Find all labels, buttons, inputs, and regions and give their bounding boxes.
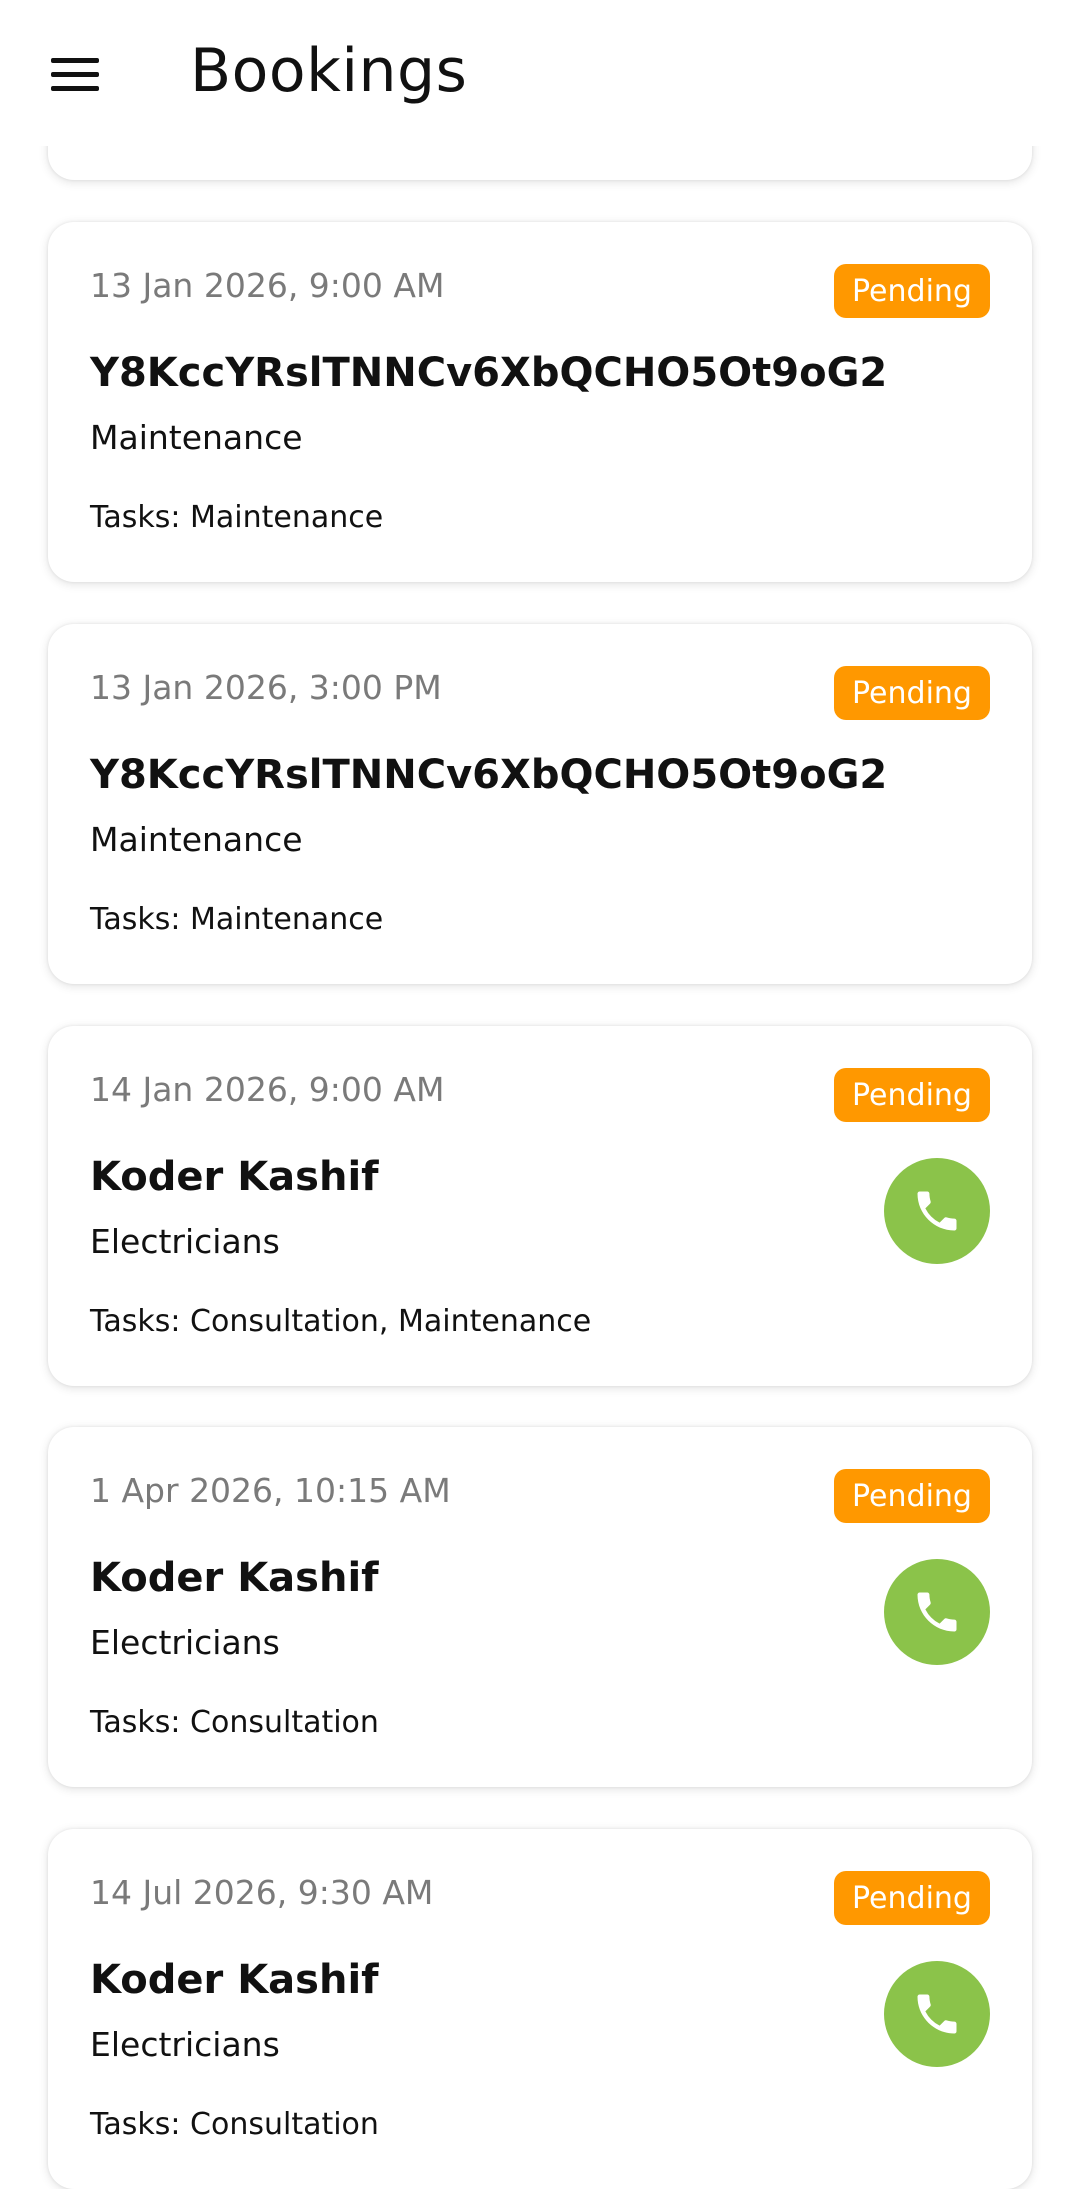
booking-tasks: Tasks: Consultation <box>90 2107 379 2142</box>
booking-card[interactable]: 14 Jan 2026, 9:00 AM Pending Koder Kashi… <box>48 1026 1032 1386</box>
status-badge: Pending <box>834 1871 990 1925</box>
booking-customer-name: Koder Kashif <box>90 1154 379 1200</box>
booking-datetime: 14 Jan 2026, 9:00 AM <box>90 1070 445 1109</box>
booking-category: Maintenance <box>90 820 303 859</box>
booking-datetime: 14 Jul 2026, 9:30 AM <box>90 1873 434 1912</box>
call-button[interactable] <box>884 1158 990 1264</box>
phone-icon <box>917 1191 957 1231</box>
status-badge: Pending <box>834 1469 990 1523</box>
booking-tasks: Tasks: Consultation <box>90 1705 379 1740</box>
call-button[interactable] <box>884 1961 990 2067</box>
booking-category: Electricians <box>90 2025 280 2064</box>
booking-tasks: Tasks: Consultation, Maintenance <box>90 1304 592 1339</box>
status-badge: Pending <box>834 264 990 318</box>
booking-card[interactable]: 13 Jan 2026, 3:00 PM Pending Y8KccYRslTN… <box>48 624 1032 984</box>
booking-customer-name: Y8KccYRslTNNCv6XbQCHO5Ot9oG2 <box>90 752 888 798</box>
status-badge: Pending <box>834 1068 990 1122</box>
booking-datetime: 1 Apr 2026, 10:15 AM <box>90 1471 451 1510</box>
booking-customer-name: Koder Kashif <box>90 1555 379 1601</box>
booking-category: Electricians <box>90 1222 280 1261</box>
booking-customer-name: Koder Kashif <box>90 1957 379 2003</box>
booking-category: Maintenance <box>90 418 303 457</box>
hamburger-menu-icon[interactable] <box>38 42 112 106</box>
booking-tasks: Tasks: Maintenance <box>90 500 384 535</box>
phone-icon <box>917 1592 957 1632</box>
booking-card[interactable]: 14 Jul 2026, 9:30 AM Pending Koder Kashi… <box>48 1829 1032 2189</box>
booking-datetime: 13 Jan 2026, 3:00 PM <box>90 668 442 707</box>
booking-tasks: Tasks: Maintenance <box>90 902 384 937</box>
booking-customer-name: Y8KccYRslTNNCv6XbQCHO5Ot9oG2 <box>90 350 888 396</box>
booking-category: Electricians <box>90 1623 280 1662</box>
booking-card[interactable]: 13 Jan 2026, 9:00 AM Pending Y8KccYRslTN… <box>48 222 1032 582</box>
status-badge: Pending <box>834 666 990 720</box>
phone-icon <box>917 1994 957 2034</box>
call-button[interactable] <box>884 1559 990 1665</box>
page-title: Bookings <box>190 36 468 106</box>
booking-datetime: 13 Jan 2026, 9:00 AM <box>90 266 445 305</box>
booking-card[interactable]: 1 Apr 2026, 10:15 AM Pending Koder Kashi… <box>48 1427 1032 1787</box>
app-bar: Bookings <box>0 0 1080 146</box>
